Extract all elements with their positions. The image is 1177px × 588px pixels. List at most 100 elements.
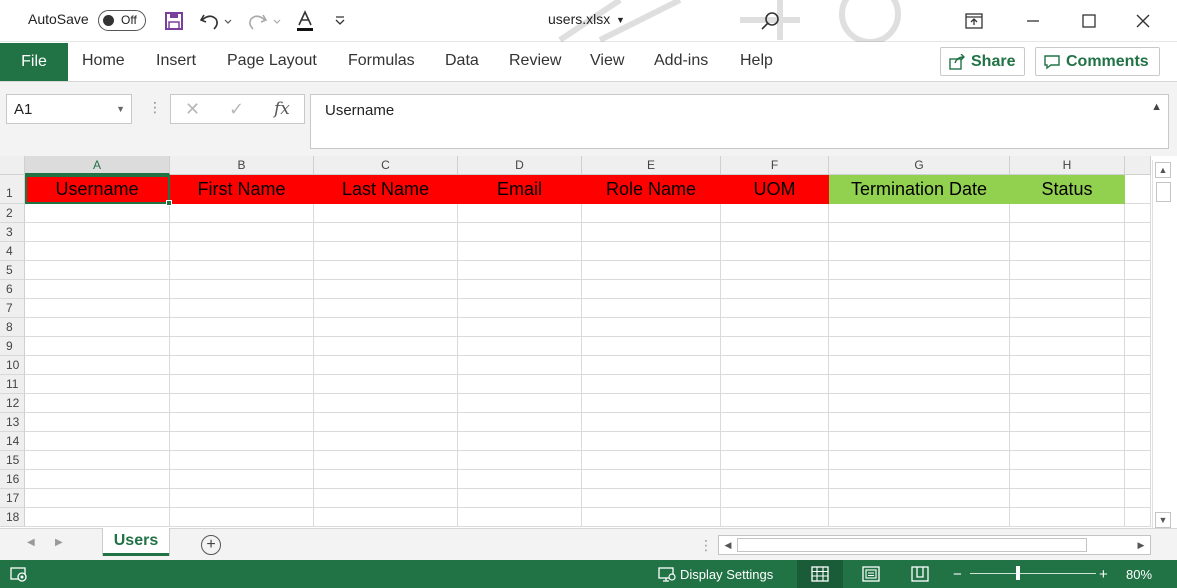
grid-cell[interactable]	[170, 508, 314, 527]
grid-cell[interactable]	[829, 223, 1010, 242]
grid-cell[interactable]	[458, 318, 582, 337]
grid-cell[interactable]	[829, 489, 1010, 508]
tab-formulas[interactable]: Formulas	[348, 52, 415, 70]
grid-cell[interactable]	[582, 204, 721, 223]
row-header-8[interactable]: 8	[0, 318, 25, 337]
grid-cell[interactable]	[25, 413, 170, 432]
sheet-nav-prev-icon[interactable]: ◀	[27, 537, 35, 548]
grid-cell[interactable]	[314, 394, 458, 413]
grid-cell[interactable]	[1010, 508, 1125, 527]
cancel-icon[interactable]: ✕	[185, 99, 200, 120]
grid-cell[interactable]	[829, 242, 1010, 261]
row-header-13[interactable]: 13	[0, 413, 25, 432]
autosave-toggle[interactable]: Off	[98, 10, 146, 31]
undo-icon[interactable]	[197, 10, 235, 32]
sheet-nav-next-icon[interactable]: ▶	[55, 537, 63, 548]
grid-cell[interactable]	[458, 451, 582, 470]
row-header-3[interactable]: 3	[0, 223, 25, 242]
vertical-scroll-thumb[interactable]	[1156, 182, 1171, 202]
grid-cell[interactable]	[1010, 432, 1125, 451]
page-layout-view-icon[interactable]	[848, 560, 894, 588]
grid-cell[interactable]	[25, 223, 170, 242]
grid-cell[interactable]	[1125, 299, 1151, 318]
grid-cell[interactable]	[829, 261, 1010, 280]
grid-cell[interactable]	[721, 204, 829, 223]
grid-cell[interactable]	[829, 508, 1010, 527]
grid-cell[interactable]	[1125, 318, 1151, 337]
row-header-10[interactable]: 10	[0, 356, 25, 375]
grid-cell[interactable]	[25, 337, 170, 356]
column-header-h[interactable]: H	[1010, 156, 1125, 175]
grid-cell[interactable]	[582, 242, 721, 261]
macro-record-icon[interactable]	[10, 560, 28, 588]
grid-cell[interactable]	[1125, 451, 1151, 470]
grid-cell[interactable]	[458, 432, 582, 451]
grid-cell[interactable]	[582, 394, 721, 413]
minimize-icon[interactable]	[1018, 6, 1048, 36]
grid-cell[interactable]	[1125, 508, 1151, 527]
tab-review[interactable]: Review	[509, 52, 561, 70]
grid-cell[interactable]	[1010, 451, 1125, 470]
grid-cell[interactable]	[1010, 261, 1125, 280]
grid-cell[interactable]	[1010, 470, 1125, 489]
grid-cell[interactable]	[721, 451, 829, 470]
grid-cell[interactable]	[1125, 470, 1151, 489]
grid-cell[interactable]	[170, 432, 314, 451]
grid-cell[interactable]	[1010, 299, 1125, 318]
scroll-left-icon[interactable]: ◀	[721, 538, 735, 552]
grid-cell[interactable]	[829, 318, 1010, 337]
grid-cell[interactable]	[721, 489, 829, 508]
grid-cell[interactable]	[314, 375, 458, 394]
zoom-slider[interactable]	[970, 573, 1096, 574]
grid-cell[interactable]	[829, 432, 1010, 451]
row-header-9[interactable]: 9	[0, 337, 25, 356]
scroll-up-icon[interactable]: ▲	[1155, 162, 1171, 178]
header-cell-a[interactable]: Username	[25, 175, 170, 204]
font-color-icon[interactable]	[293, 10, 317, 32]
column-header-i[interactable]	[1125, 156, 1151, 175]
grid-cell[interactable]	[170, 375, 314, 394]
grid-cell[interactable]	[170, 242, 314, 261]
grid-cell[interactable]	[582, 451, 721, 470]
sheet-tab-users[interactable]: Users	[103, 528, 169, 556]
grid-cell[interactable]	[170, 223, 314, 242]
comments-button[interactable]: Comments	[1035, 47, 1160, 76]
header-cell-e[interactable]: Role Name	[582, 175, 721, 204]
grid-cell[interactable]	[721, 508, 829, 527]
row-header-12[interactable]: 12	[0, 394, 25, 413]
grid-cell[interactable]	[1010, 318, 1125, 337]
grid-cell[interactable]	[170, 394, 314, 413]
grid-cell[interactable]	[458, 394, 582, 413]
collapse-formula-bar-icon[interactable]: ▲	[1151, 101, 1162, 113]
column-header-e[interactable]: E	[582, 156, 721, 175]
grid-cell[interactable]	[458, 242, 582, 261]
grid-cell[interactable]	[1125, 489, 1151, 508]
header-cell-c[interactable]: Last Name	[314, 175, 458, 204]
close-icon[interactable]	[1128, 6, 1158, 36]
grid-cell[interactable]	[25, 318, 170, 337]
grid-cell[interactable]	[25, 242, 170, 261]
grid-cell[interactable]	[25, 280, 170, 299]
vertical-scrollbar[interactable]: ▲ ▼	[1152, 160, 1172, 530]
grid-cell[interactable]	[314, 451, 458, 470]
grid-cell[interactable]	[170, 470, 314, 489]
grid-cell[interactable]	[314, 223, 458, 242]
ribbon-display-icon[interactable]	[959, 6, 989, 36]
formula-input[interactable]: Username ▲	[310, 94, 1169, 149]
grid-cell[interactable]	[582, 280, 721, 299]
grid-cell[interactable]	[721, 318, 829, 337]
enter-icon[interactable]: ✓	[229, 99, 244, 120]
save-icon[interactable]	[162, 10, 186, 32]
grid-cell[interactable]	[314, 280, 458, 299]
grid-cell[interactable]	[582, 432, 721, 451]
grid-cell[interactable]	[1010, 337, 1125, 356]
grid-cell[interactable]	[829, 299, 1010, 318]
grid-cell[interactable]	[721, 280, 829, 299]
grid-cell[interactable]	[458, 223, 582, 242]
grid-cell[interactable]	[1010, 394, 1125, 413]
grid-cell[interactable]	[170, 489, 314, 508]
grid-cell[interactable]	[829, 470, 1010, 489]
name-box-dropdown-icon[interactable]: ▼	[116, 104, 125, 114]
grid-cell[interactable]	[829, 356, 1010, 375]
grid-cell[interactable]	[1125, 356, 1151, 375]
